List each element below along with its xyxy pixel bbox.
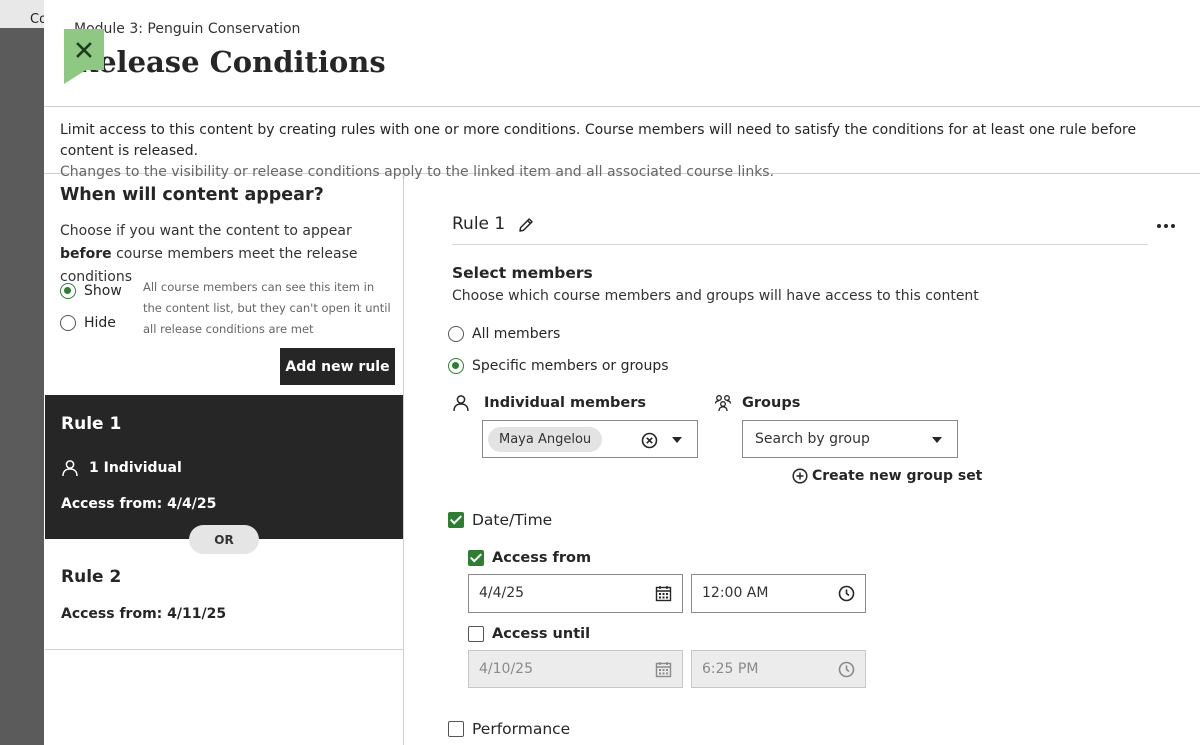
access-from-option[interactable]: Access from (468, 550, 591, 566)
visibility-heading: When will content appear? (60, 185, 324, 205)
access-until-date-value: 4/10/25 (479, 661, 533, 677)
rule-card-access: Access from: 4/11/25 (61, 606, 227, 622)
all-members-radio[interactable] (448, 326, 464, 342)
datetime-checkbox[interactable] (448, 512, 464, 528)
datetime-label: Date/Time (472, 511, 553, 529)
groups-label: Groups (742, 395, 801, 411)
specific-members-option[interactable]: Specific members or groups (448, 358, 669, 374)
group-icon (714, 395, 732, 412)
add-new-rule-button[interactable]: Add new rule (280, 348, 395, 385)
create-new-group-set-button[interactable]: Create new group set (792, 468, 982, 484)
access-until-time-value: 6:25 PM (702, 661, 759, 677)
chevron-down-icon[interactable] (672, 437, 682, 443)
person-icon (453, 395, 469, 412)
create-new-group-set-label: Create new group set (812, 468, 983, 484)
calendar-icon (655, 662, 672, 678)
access-from-date-field[interactable]: 4/4/25 (468, 574, 683, 613)
chevron-down-icon[interactable] (932, 437, 942, 443)
datetime-option[interactable]: Date/Time (448, 511, 552, 529)
specific-members-label: Specific members or groups (472, 358, 669, 374)
rule-card-2[interactable]: Rule 2 Access from: 4/11/25 (45, 539, 403, 650)
visibility-desc-before: Choose if you want the content to appear (60, 223, 352, 239)
access-from-time-value: 12:00 AM (702, 585, 769, 601)
rule-card-access: Access from: 4/4/25 (61, 496, 217, 512)
rule-card-1[interactable]: Rule 1 1 Individual Access from: 4/4/25 (45, 395, 403, 539)
close-icon (76, 41, 92, 58)
breadcrumb: Module 3: Penguin Conservation (74, 21, 301, 37)
rules-sidebar: When will content appear? Choose if you … (44, 174, 404, 745)
all-members-option[interactable]: All members (448, 326, 560, 342)
specific-members-radio[interactable] (448, 358, 464, 374)
show-option[interactable]: Show (60, 283, 122, 299)
clock-icon (838, 661, 855, 678)
calendar-icon[interactable] (655, 585, 672, 602)
hide-option[interactable]: Hide (60, 315, 116, 331)
individual-members-heading: Individual members (452, 394, 646, 412)
individual-members-select[interactable]: Maya Angelou (482, 420, 698, 458)
rule-card-members-label: 1 Individual (89, 460, 182, 476)
show-radio[interactable] (60, 283, 76, 299)
clear-icon[interactable] (641, 432, 658, 449)
page-title: Release Conditions (74, 45, 386, 79)
hide-label: Hide (84, 315, 116, 331)
intro-line-1: Limit access to this content by creating… (60, 122, 1137, 159)
rule-card-title: Rule 1 (61, 414, 122, 434)
more-options-icon[interactable] (1156, 218, 1176, 234)
clock-icon[interactable] (838, 585, 855, 602)
or-separator: OR (189, 525, 259, 554)
performance-label: Performance (472, 720, 571, 738)
hide-radio[interactable] (60, 315, 76, 331)
visibility-desc-bold: before (60, 246, 112, 262)
access-until-option[interactable]: Access until (468, 626, 590, 642)
performance-checkbox[interactable] (448, 721, 464, 737)
access-from-checkbox[interactable] (468, 550, 484, 566)
pencil-icon[interactable] (517, 216, 535, 234)
visibility-note: All course members can see this item in … (143, 280, 391, 336)
selected-member-chip[interactable]: Maya Angelou (488, 427, 603, 452)
rule-name: Rule 1 (452, 214, 506, 234)
intro-text: Limit access to this content by creating… (44, 107, 1200, 180)
group-search-placeholder: Search by group (755, 431, 870, 447)
rule-editor: Rule 1 Select members Choose which cours… (404, 174, 1200, 745)
access-until-time-field: 6:25 PM (691, 650, 866, 688)
rule-card-title: Rule 2 (61, 567, 122, 587)
access-from-time-field[interactable]: 12:00 AM (691, 574, 866, 613)
groups-heading: Groups (714, 394, 800, 412)
performance-option[interactable]: Performance (448, 720, 570, 738)
access-until-date-field: 4/10/25 (468, 650, 683, 688)
rule-header: Rule 1 (452, 214, 1148, 245)
individual-members-label: Individual members (484, 395, 647, 411)
close-button-tail (64, 70, 86, 84)
rule-card-members: 1 Individual (61, 459, 182, 477)
access-until-checkbox[interactable] (468, 626, 484, 642)
all-members-label: All members (472, 326, 561, 342)
select-members-description: Choose which course members and groups w… (452, 288, 979, 304)
access-from-label: Access from (492, 550, 592, 566)
show-label: Show (84, 283, 122, 299)
access-until-label: Access until (492, 626, 591, 642)
release-conditions-panel: Module 3: Penguin Conservation Release C… (44, 0, 1200, 745)
select-members-title: Select members (452, 264, 593, 282)
panel-header: Module 3: Penguin Conservation Release C… (44, 0, 1200, 107)
person-icon (62, 460, 78, 477)
background-page: Co (0, 0, 47, 745)
plus-circle-icon (792, 468, 808, 484)
group-search-select[interactable]: Search by group (742, 420, 958, 458)
access-from-date-value: 4/4/25 (479, 585, 525, 601)
close-button[interactable] (64, 29, 104, 70)
